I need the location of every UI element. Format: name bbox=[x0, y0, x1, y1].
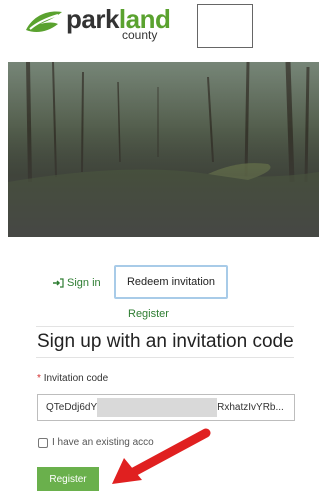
code-value-start: QTeDdj6dY bbox=[46, 402, 98, 413]
existing-account-label: I have an existing acco bbox=[52, 437, 154, 448]
hero-fade-overlay bbox=[8, 62, 319, 237]
blank-panel bbox=[197, 4, 253, 48]
sign-in-label: Sign in bbox=[67, 277, 101, 289]
register-button[interactable]: Register bbox=[37, 467, 99, 491]
parkland-county-logo: parkland county bbox=[24, 4, 171, 42]
sign-in-icon bbox=[53, 278, 64, 288]
tab-register[interactable]: Register bbox=[128, 308, 169, 320]
invitation-code-label: * Invitation code bbox=[37, 373, 108, 384]
sign-in-link[interactable]: Sign in bbox=[52, 277, 101, 289]
existing-account-checkbox[interactable] bbox=[38, 437, 48, 448]
page-title: Sign up with an invitation code bbox=[37, 331, 294, 352]
invitation-code-input[interactable]: QTeDdj6dY RxhatzIvYRb... bbox=[37, 394, 295, 421]
code-value-end: RxhatzIvYRb... bbox=[217, 402, 284, 413]
hero-forest-image bbox=[8, 62, 319, 237]
tab-redeem-invitation[interactable]: Redeem invitation bbox=[114, 265, 228, 299]
logo-subtitle: county bbox=[122, 28, 158, 42]
required-asterisk: * bbox=[37, 373, 41, 384]
invitation-code-label-text: Invitation code bbox=[43, 373, 109, 384]
redacted-block bbox=[97, 398, 218, 417]
leaf-logo-icon bbox=[26, 11, 62, 32]
divider bbox=[36, 326, 294, 327]
existing-account-option[interactable]: I have an existing acco bbox=[38, 437, 154, 448]
divider bbox=[36, 357, 294, 358]
